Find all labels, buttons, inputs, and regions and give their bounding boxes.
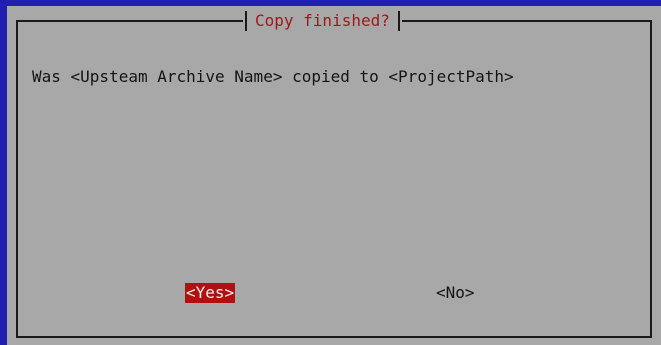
dialog-message: Was <Upsteam Archive Name> copied to <Pr… [32, 67, 514, 86]
dialog-title: Copy finished? [255, 11, 390, 30]
no-button[interactable]: <No> [436, 283, 475, 303]
dialog-title-bar: Copy finished? [243, 8, 402, 34]
yes-button[interactable]: <Yes> [185, 283, 236, 303]
yesno-dialog: Copy finished? Was <Upsteam Archive Name… [7, 6, 661, 345]
title-right-tick [397, 11, 400, 31]
screen-edge-left [0, 0, 7, 345]
